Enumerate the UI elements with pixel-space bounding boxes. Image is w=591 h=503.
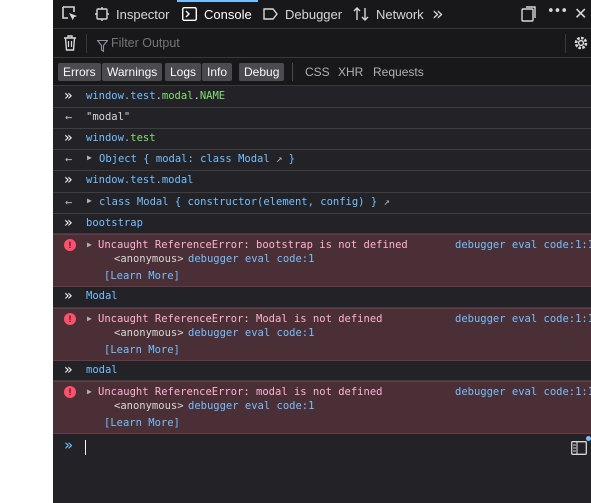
- command-text: Modal: [86, 290, 118, 302]
- console-result-row: ← "modal": [53, 108, 591, 129]
- level-errors[interactable]: Errors: [58, 63, 101, 81]
- menu-button[interactable]: •••: [547, 4, 568, 19]
- error-icon: !: [64, 313, 76, 325]
- learn-more-link[interactable]: [Learn More]: [104, 417, 180, 429]
- console-input[interactable]: »: [53, 434, 591, 461]
- dock-icon[interactable]: [521, 6, 537, 26]
- input-prompt-icon: »: [64, 215, 73, 231]
- console-filter-bar: [53, 29, 591, 58]
- close-button[interactable]: ✕: [574, 4, 587, 23]
- stack-frame-name: <anonymous>: [114, 253, 184, 265]
- console-input-row: » bootstrap: [53, 214, 591, 234]
- command-text: bootstrap: [86, 217, 143, 229]
- filter-icon: [96, 37, 109, 56]
- result-object[interactable]: Object { modal: class Modal ↗ }: [99, 153, 295, 165]
- stack-frame-link[interactable]: debugger eval code:1: [188, 400, 314, 412]
- console-input-row: » window.test.modal.NAME: [53, 87, 591, 108]
- log-level-bar: Errors Warnings Logs Info Debug CSS XHR …: [53, 58, 591, 86]
- inspector-icon: [95, 7, 109, 21]
- filter-xhr[interactable]: XHR: [338, 63, 363, 81]
- command-text: modal: [86, 364, 118, 376]
- stack-frame-link[interactable]: debugger eval code:1: [188, 327, 314, 339]
- console-result-row: ← ▶ Object { modal: class Modal ↗ }: [53, 150, 591, 171]
- console-error-row: ! ▶ Uncaught ReferenceError: Modal is no…: [53, 308, 591, 361]
- filter-css[interactable]: CSS: [305, 63, 330, 81]
- result-arrow-icon: ←: [65, 110, 73, 124]
- tab-label: Network: [376, 6, 424, 22]
- error-message[interactable]: Uncaught ReferenceError: Modal is not de…: [98, 313, 382, 325]
- level-debug[interactable]: Debug: [239, 63, 285, 81]
- input-prompt-icon: »: [64, 172, 73, 188]
- console-input-row: » window.test.modal: [53, 171, 591, 193]
- command-text: window.test.modal: [86, 174, 194, 186]
- error-location-link[interactable]: debugger eval code:1:1: [455, 313, 591, 325]
- separator: [565, 34, 566, 53]
- expand-triangle-icon[interactable]: ▶: [87, 196, 92, 205]
- stack-frame-name: <anonymous>: [114, 327, 184, 339]
- stack-frame-link[interactable]: debugger eval code:1: [188, 253, 314, 265]
- error-message[interactable]: Uncaught ReferenceError: bootstrap is no…: [98, 239, 408, 251]
- tab-debugger[interactable]: Debugger: [263, 0, 342, 28]
- element-picker-icon[interactable]: [61, 5, 78, 26]
- command-text: window.test.modal.NAME: [86, 90, 226, 102]
- console-input-row: » Modal: [53, 287, 591, 308]
- filter-input[interactable]: [111, 34, 411, 52]
- console-error-row: ! ▶ Uncaught ReferenceError: modal is no…: [53, 381, 591, 434]
- console-input-row: » modal: [53, 361, 591, 381]
- level-warnings[interactable]: Warnings: [102, 63, 163, 81]
- input-prompt-icon: »: [64, 288, 73, 304]
- error-icon: !: [64, 386, 76, 398]
- tab-console[interactable]: Console: [182, 0, 252, 28]
- input-prompt-icon: »: [64, 88, 73, 104]
- notification-dot: [586, 436, 591, 441]
- devtools-panel: Inspector Console Debugger Network » •••…: [53, 0, 591, 503]
- input-prompt-icon: »: [64, 362, 73, 378]
- result-class[interactable]: class Modal { constructor(element, confi…: [99, 196, 390, 208]
- tab-network[interactable]: Network: [353, 0, 424, 28]
- error-icon: !: [64, 239, 76, 251]
- level-info[interactable]: Info: [202, 63, 233, 81]
- text-cursor: [85, 440, 86, 455]
- stack-frame-name: <anonymous>: [114, 400, 184, 412]
- expand-triangle-icon[interactable]: ▶: [87, 387, 92, 396]
- network-icon: [353, 7, 369, 21]
- expand-triangle-icon[interactable]: ▶: [87, 314, 92, 323]
- trash-icon[interactable]: [63, 35, 77, 55]
- debugger-icon: [263, 8, 278, 20]
- input-prompt-icon: »: [64, 130, 73, 146]
- gear-icon[interactable]: [572, 34, 590, 56]
- tab-label: Debugger: [285, 6, 343, 22]
- tab-label: Console: [204, 6, 252, 22]
- input-prompt-icon: »: [64, 436, 74, 454]
- more-tabs-button[interactable]: »: [432, 3, 444, 25]
- tab-label: Inspector: [116, 6, 170, 22]
- console-result-row: ← ▶ class Modal { constructor(element, c…: [53, 193, 591, 214]
- editor-toggle-icon[interactable]: [571, 440, 587, 459]
- tab-inspector[interactable]: Inspector: [95, 0, 169, 28]
- separator: [86, 34, 87, 53]
- toolbox-tabbar: Inspector Console Debugger Network » •••…: [53, 0, 591, 29]
- level-logs[interactable]: Logs: [165, 63, 202, 81]
- expand-triangle-icon[interactable]: ▶: [87, 153, 92, 162]
- error-location-link[interactable]: debugger eval code:1:1: [455, 386, 591, 398]
- command-text: window.test: [86, 132, 156, 144]
- filter-requests[interactable]: Requests: [373, 63, 424, 81]
- console-icon: [182, 7, 197, 21]
- learn-more-link[interactable]: [Learn More]: [104, 270, 180, 282]
- expand-triangle-icon[interactable]: ▶: [87, 240, 92, 249]
- result-arrow-icon: ←: [65, 195, 73, 209]
- result-text[interactable]: "modal": [86, 111, 130, 123]
- learn-more-link[interactable]: [Learn More]: [104, 344, 180, 356]
- error-message[interactable]: Uncaught ReferenceError: modal is not de…: [98, 386, 382, 398]
- error-location-link[interactable]: debugger eval code:1:1: [455, 239, 591, 251]
- jump-to-definition-icon: ↗: [383, 196, 390, 208]
- separator: [292, 63, 293, 81]
- console-input-row: » window.test: [53, 129, 591, 150]
- console-error-row: ! ▶ Uncaught ReferenceError: bootstrap i…: [53, 234, 591, 287]
- result-arrow-icon: ←: [65, 152, 73, 166]
